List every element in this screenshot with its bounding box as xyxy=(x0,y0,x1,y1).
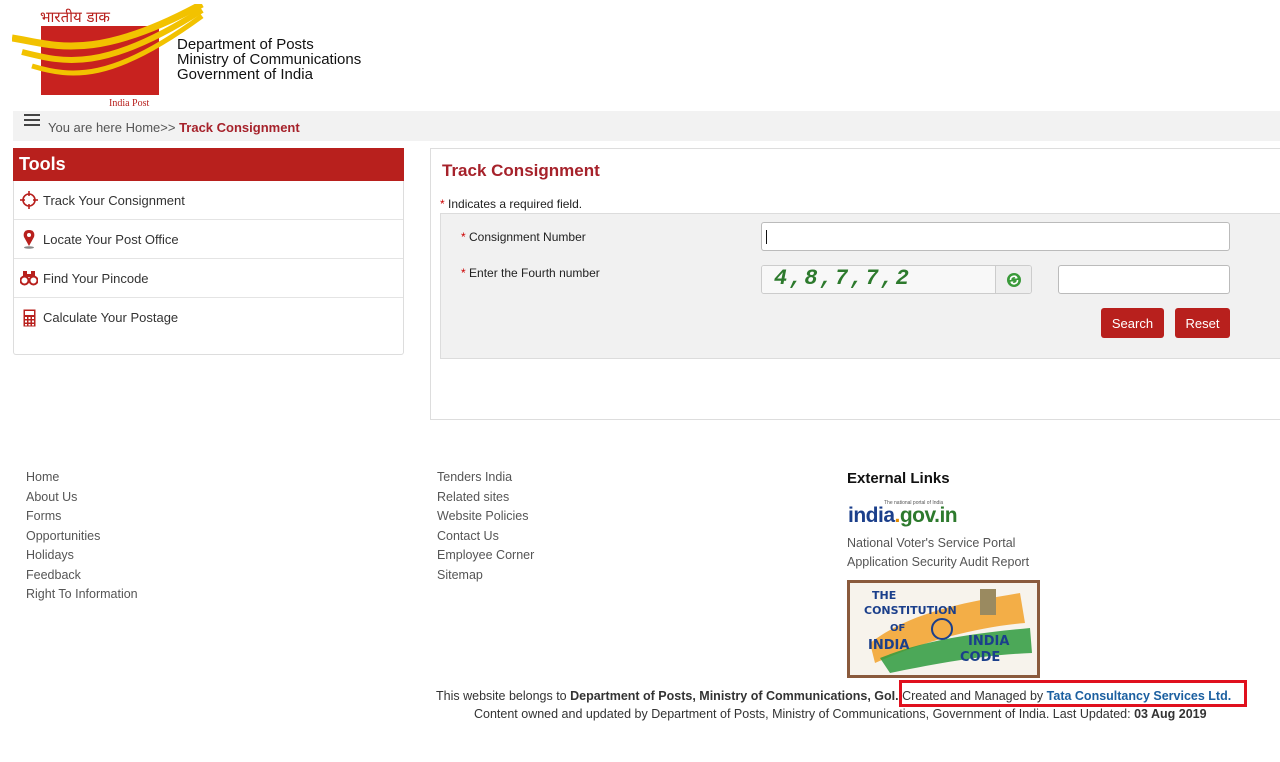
org-line-2: Ministry of Communications xyxy=(177,51,362,68)
highlight-box xyxy=(899,680,1247,707)
footer-link[interactable]: Website Policies xyxy=(437,509,534,529)
track-consignment-panel: Track Consignment * Indicates a required… xyxy=(430,148,1280,420)
breadcrumb-bar: You are here Home>> Track Consignment xyxy=(13,111,1280,141)
ext-link-voter-portal[interactable]: National Voter's Service Portal xyxy=(847,536,1015,550)
tool-locate-post-office[interactable]: Locate Your Post Office xyxy=(14,220,403,259)
required-star: * xyxy=(461,266,466,280)
content-owned-text: Content owned and updated by Department … xyxy=(474,707,1135,721)
footer-link[interactable]: Tenders India xyxy=(437,470,534,490)
breadcrumb-prefix[interactable]: You are here Home>> xyxy=(48,120,179,135)
fourth-label-text: Enter the Fourth number xyxy=(469,266,600,280)
required-note: * Indicates a required field. xyxy=(440,197,582,211)
constitution-line4: INDIA xyxy=(868,638,909,653)
footer-link[interactable]: Sitemap xyxy=(437,568,534,588)
captcha-image: 4,8,7,7,2 xyxy=(762,266,995,293)
consignment-number-label: * Consignment Number xyxy=(461,230,586,244)
logo-caption: India Post xyxy=(109,98,150,109)
crosshair-icon xyxy=(20,190,38,210)
tool-label: Track Your Consignment xyxy=(43,192,185,208)
binoculars-icon xyxy=(20,268,38,288)
footer-link[interactable]: Holidays xyxy=(26,548,138,568)
breadcrumb-current: Track Consignment xyxy=(179,120,300,135)
footer-link[interactable]: Forms xyxy=(26,509,138,529)
org-line-1: Department of Posts xyxy=(177,36,314,53)
refresh-icon xyxy=(1007,272,1021,287)
text-cursor xyxy=(766,230,767,244)
constitution-line3: OF xyxy=(890,623,905,634)
footer-link[interactable]: Opportunities xyxy=(26,529,138,549)
org-line-3: Government of India xyxy=(177,66,313,83)
tool-find-pincode[interactable]: Find Your Pincode xyxy=(14,259,403,298)
indiagov-part: india xyxy=(848,504,895,527)
constitution-line6: CODE xyxy=(960,650,1000,665)
fourth-number-label: * Enter the Fourth number xyxy=(461,266,600,280)
captcha-text: 4,8,7,7,2 xyxy=(774,266,911,291)
map-pin-icon xyxy=(20,229,38,249)
india-code-banner[interactable]: THE CONSTITUTION OF INDIA INDIA CODE xyxy=(847,580,1040,678)
hamburger-menu-icon[interactable] xyxy=(24,114,40,128)
captcha-refresh-button[interactable] xyxy=(995,266,1031,293)
last-updated-date: 03 Aug 2019 xyxy=(1134,707,1207,721)
breadcrumb: You are here Home>> Track Consignment xyxy=(48,120,300,135)
logo-hindi-text: भारतीय डाक xyxy=(40,8,110,26)
tools-heading: Tools xyxy=(13,148,404,181)
site-header: भारतीय डाक India Post Department of Post… xyxy=(0,0,1280,110)
consignment-label-text: Consignment Number xyxy=(469,230,586,244)
indiagov-part: gov.in xyxy=(899,504,958,527)
footer-link[interactable]: About Us xyxy=(26,490,138,510)
calculator-icon xyxy=(20,308,38,328)
tool-calculate-postage[interactable]: Calculate Your Postage xyxy=(14,298,403,337)
tools-panel: Tools Track Your Consignment Locate Your… xyxy=(13,148,404,355)
footer-link[interactable]: Right To Information xyxy=(26,587,138,607)
belongs-owner: Department of Posts, Ministry of Communi… xyxy=(570,689,899,703)
constitution-line5: INDIA xyxy=(968,634,1009,649)
external-links-heading: External Links xyxy=(847,470,950,487)
constitution-line1: THE xyxy=(872,589,896,602)
india-gov-logo[interactable]: The national portal of India india.gov.i… xyxy=(848,500,958,528)
tool-label: Calculate Your Postage xyxy=(43,310,179,325)
footer-link[interactable]: Employee Corner xyxy=(437,548,534,568)
required-star: * xyxy=(440,197,445,211)
reset-button[interactable]: Reset xyxy=(1175,308,1230,338)
fourth-number-input[interactable] xyxy=(1058,265,1230,294)
tracking-form: * Consignment Number * Enter the Fourth … xyxy=(440,213,1280,359)
required-star: * xyxy=(461,230,466,244)
footer-link[interactable]: Related sites xyxy=(437,490,534,510)
footer-link[interactable]: Home xyxy=(26,470,138,490)
belongs-prefix: This website belongs to xyxy=(436,689,571,703)
consignment-number-input[interactable] xyxy=(761,222,1230,251)
footer-link[interactable]: Feedback xyxy=(26,568,138,588)
tool-label: Find Your Pincode xyxy=(43,270,149,286)
tool-label: Locate Your Post Office xyxy=(43,231,179,247)
content-owned-statement: Content owned and updated by Department … xyxy=(474,707,1207,721)
captcha-box: 4,8,7,7,2 xyxy=(761,265,1032,294)
tool-track-consignment[interactable]: Track Your Consignment xyxy=(14,181,403,220)
footer-links-col2: Tenders India Related sites Website Poli… xyxy=(437,470,534,587)
constitution-line2: CONSTITUTION xyxy=(864,604,957,617)
ext-link-security-audit[interactable]: Application Security Audit Report xyxy=(847,555,1029,569)
organization-name: Department of Posts Ministry of Communic… xyxy=(177,37,361,82)
required-note-text: Indicates a required field. xyxy=(448,197,583,211)
indiagov-tagline: The national portal of India xyxy=(884,500,944,506)
search-button[interactable]: Search xyxy=(1101,308,1164,338)
footer-links-col1: Home About Us Forms Opportunities Holida… xyxy=(26,470,138,607)
footer-link[interactable]: Contact Us xyxy=(437,529,534,549)
page-title: Track Consignment xyxy=(442,161,600,180)
